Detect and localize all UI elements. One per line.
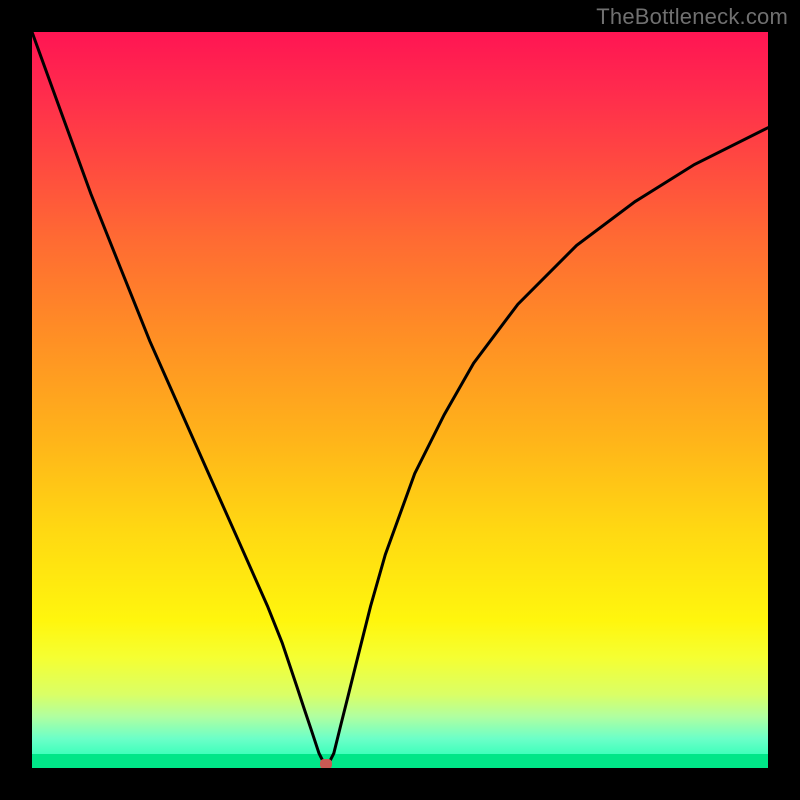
watermark-text: TheBottleneck.com: [596, 4, 788, 30]
curve-svg: [32, 32, 768, 768]
optimal-point-marker: [320, 759, 332, 768]
bottleneck-curve: [32, 32, 768, 768]
plot-area: [32, 32, 768, 768]
chart-container: TheBottleneck.com: [0, 0, 800, 800]
